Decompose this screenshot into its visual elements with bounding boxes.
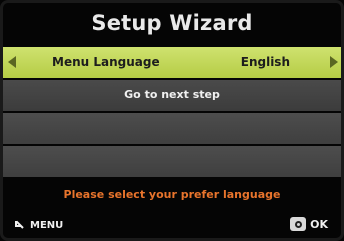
ok-softkey[interactable]: OK bbox=[290, 217, 328, 231]
menu-softkey[interactable]: MENU bbox=[14, 219, 63, 231]
ok-softkey-label: OK bbox=[310, 217, 328, 231]
menu-softkey-label: MENU bbox=[30, 219, 64, 231]
setup-wizard-screen: Setup Wizard Menu Language English Go to… bbox=[0, 0, 344, 241]
back-arrow-icon bbox=[14, 219, 26, 231]
empty-row bbox=[2, 113, 342, 144]
menu-language-label: Menu Language bbox=[52, 55, 160, 69]
page-title: Setup Wizard bbox=[91, 11, 253, 35]
right-arrow-icon[interactable] bbox=[330, 56, 338, 68]
menu-language-value: English bbox=[240, 55, 290, 69]
left-arrow-icon[interactable] bbox=[8, 56, 16, 68]
empty-row bbox=[2, 146, 342, 177]
menu-language-row[interactable]: Menu Language English bbox=[2, 47, 342, 78]
footer: MENU OK bbox=[0, 216, 344, 238]
ok-button-icon bbox=[290, 217, 307, 231]
next-step-row[interactable]: Go to next step bbox=[2, 80, 342, 111]
prompt-text: Please select your prefer language bbox=[63, 188, 281, 201]
next-step-label: Go to next step bbox=[124, 88, 220, 101]
wizard-menu: Menu Language English Go to next step bbox=[2, 47, 342, 179]
header: Setup Wizard bbox=[0, 0, 344, 46]
